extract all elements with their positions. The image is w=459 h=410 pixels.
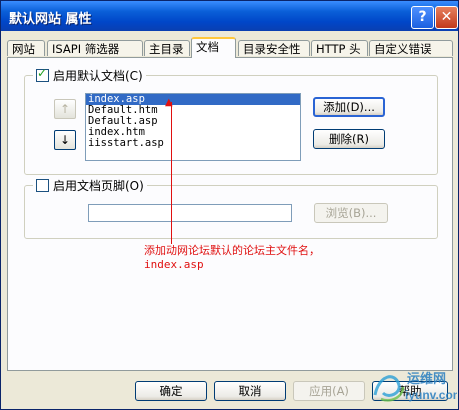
watermark-logo: 运维网 iyunv.com bbox=[369, 367, 459, 407]
browse-button[interactable]: 浏览(B)... bbox=[314, 203, 388, 223]
ok-button[interactable]: 确定 bbox=[135, 381, 207, 401]
annotation-arrow-head: ▲ bbox=[165, 97, 173, 108]
watermark-title: 运维网 bbox=[407, 371, 446, 386]
remove-document-button[interactable]: 删除(R) bbox=[313, 129, 385, 149]
annotation-text-line2: index.asp bbox=[144, 258, 204, 271]
properties-dialog: 默认网站 属性 ? ✕ 网站 ISAPI 筛选器 主目录 文档 目录安全性 HT… bbox=[0, 0, 459, 410]
help-title-button[interactable]: ? bbox=[411, 6, 434, 29]
annotation-text-line1: 添加动网论坛默认的论坛主文件名， bbox=[144, 244, 320, 257]
window-title: 默认网站 属性 bbox=[9, 12, 92, 27]
default-document-list[interactable]: index.asp Default.htm Default.asp index.… bbox=[85, 93, 301, 161]
apply-button[interactable]: 应用(A) bbox=[293, 381, 365, 401]
arrow-down-icon: ↓ bbox=[59, 133, 71, 147]
tab-strip: 网站 ISAPI 筛选器 主目录 文档 目录安全性 HTTP 头 自定义错误 bbox=[7, 37, 453, 58]
tab-home-directory[interactable]: 主目录 bbox=[144, 40, 190, 56]
move-down-button[interactable]: ↓ bbox=[54, 130, 76, 150]
cancel-button[interactable]: 取消 bbox=[214, 381, 286, 401]
close-title-button[interactable]: ✕ bbox=[435, 6, 458, 29]
enable-default-document-label[interactable]: 启用默认文档(C) bbox=[53, 67, 143, 84]
tab-website[interactable]: 网站 bbox=[7, 40, 45, 56]
arrow-up-icon: ↑ bbox=[59, 102, 71, 116]
footer-path-field[interactable] bbox=[88, 204, 292, 222]
tab-isapi-filters[interactable]: ISAPI 筛选器 bbox=[47, 40, 143, 56]
move-up-button[interactable]: ↑ bbox=[54, 99, 76, 119]
watermark-swirl-icon: 运维网 iyunv.com bbox=[373, 371, 459, 402]
enable-footer-checkbox[interactable] bbox=[36, 179, 49, 192]
tab-http-headers[interactable]: HTTP 头 bbox=[311, 40, 368, 56]
document-footer-header: 启用文档页脚(O) bbox=[33, 177, 147, 194]
title-bar[interactable]: 默认网站 属性 ? ✕ bbox=[1, 1, 458, 31]
watermark-domain: iyunv.com bbox=[405, 388, 457, 402]
tab-directory-security[interactable]: 目录安全性 bbox=[238, 40, 310, 56]
default-document-header: 启用默认文档(C) bbox=[33, 66, 146, 84]
enable-default-document-checkbox[interactable] bbox=[36, 66, 49, 82]
documents-panel: 启用默认文档(C) ↑ ↓ index.asp Default.htm Defa… bbox=[7, 57, 453, 371]
list-item[interactable]: iisstart.asp bbox=[86, 138, 300, 149]
annotation-arrow-line bbox=[171, 102, 172, 244]
enable-footer-label[interactable]: 启用文档页脚(O) bbox=[53, 177, 144, 194]
tab-custom-errors[interactable]: 自定义错误 bbox=[369, 40, 453, 56]
tab-documents[interactable]: 文档 bbox=[191, 37, 236, 58]
add-document-button[interactable]: 添加(D)... bbox=[313, 97, 385, 117]
